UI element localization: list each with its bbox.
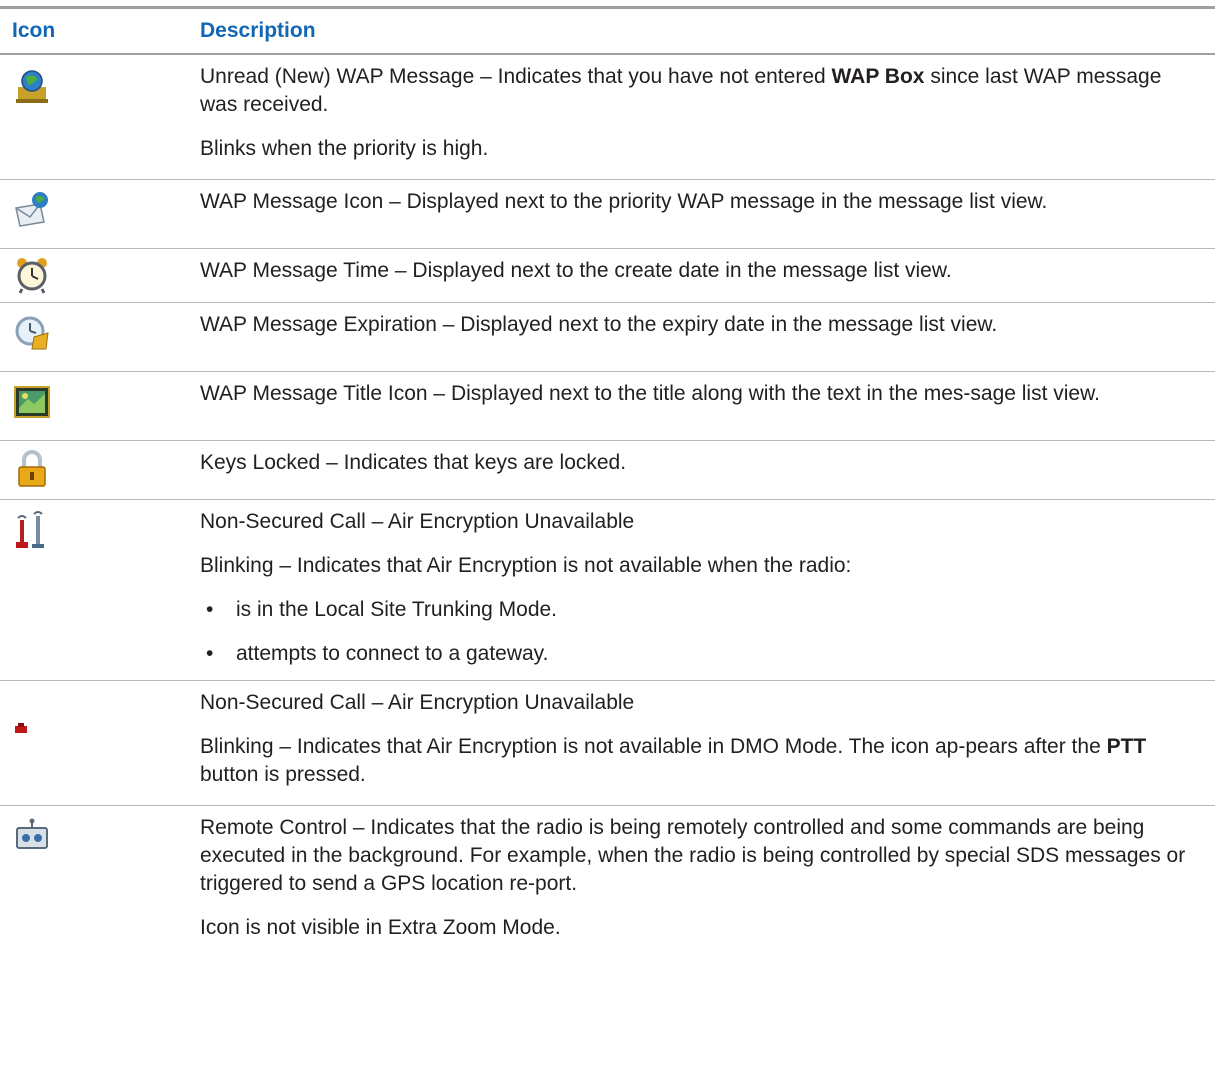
row-text-bold: WAP Box (831, 65, 925, 88)
description-column-header: Description (200, 19, 316, 42)
row-text: Remote Control – Indicates that the radi… (200, 816, 1186, 895)
table-row: WAP Message Icon – Displayed next to the… (0, 180, 1215, 249)
table-row: WAP Message Time – Displayed next to the… (0, 249, 1215, 303)
padlock-icon (18, 450, 46, 487)
title-picture-icon (14, 386, 50, 418)
bullet-marker: • (206, 642, 214, 665)
row-text: WAP Message Icon – Displayed next to the… (200, 190, 1048, 213)
row-text: WAP Message Expiration – Displayed next … (200, 313, 998, 336)
table-row: WAP Message Expiration – Displayed next … (0, 303, 1215, 372)
list-item-text: attempts to connect to a gateway. (236, 642, 549, 665)
wap-message-icon (15, 192, 48, 227)
table-row: Non-Secured Call – Air Encryption Unavai… (0, 681, 1215, 806)
non-secured-trunking-icon (16, 511, 44, 548)
table-row: Unread (New) WAP Message – Indicates tha… (0, 55, 1215, 180)
bullet-marker: • (206, 598, 214, 621)
table-row: Remote Control – Indicates that the radi… (0, 806, 1215, 956)
alarm-clock-icon (17, 258, 47, 294)
row-text: Blinks when the priority is high. (200, 137, 489, 160)
non-secured-dmo-icon (15, 723, 27, 733)
row-text: Blinking – Indicates that Air Encryption… (200, 735, 1107, 758)
icon-description-table: Icon Description Unread (New) WAP Messag… (0, 6, 1215, 956)
row-text: Keys Locked – Indicates that keys are lo… (200, 451, 627, 474)
list-item: • attempts to connect to a gateway. (200, 640, 1193, 668)
row-text: WAP Message Title Icon – Displayed next … (200, 382, 1100, 405)
table-row: Non-Secured Call – Air Encryption Unavai… (0, 500, 1215, 681)
expiration-clock-icon (15, 316, 49, 350)
unread-wap-message-icon (16, 70, 48, 103)
list-item-text: is in the Local Site Trunking Mode. (236, 598, 558, 621)
row-text: Blinking – Indicates that Air Encryption… (200, 554, 852, 577)
table-row: Keys Locked – Indicates that keys are lo… (0, 441, 1215, 500)
row-text: Unread (New) WAP Message – Indicates tha… (200, 65, 832, 88)
row-text: button is pressed. (200, 763, 366, 786)
list-item: • is in the Local Site Trunking Mode. (200, 596, 1193, 624)
table-row: WAP Message Title Icon – Displayed next … (0, 372, 1215, 441)
remote-control-icon (16, 818, 48, 849)
table-header: Icon Description (0, 9, 1215, 55)
row-text: Non-Secured Call – Air Encryption Unavai… (200, 510, 635, 533)
icon-column-header: Icon (12, 19, 56, 42)
row-text: Icon is not visible in Extra Zoom Mode. (200, 916, 561, 939)
row-text: WAP Message Time – Displayed next to the… (200, 259, 952, 282)
row-text: Non-Secured Call – Air Encryption Unavai… (200, 691, 635, 714)
row-text-bold: PTT (1106, 735, 1147, 758)
